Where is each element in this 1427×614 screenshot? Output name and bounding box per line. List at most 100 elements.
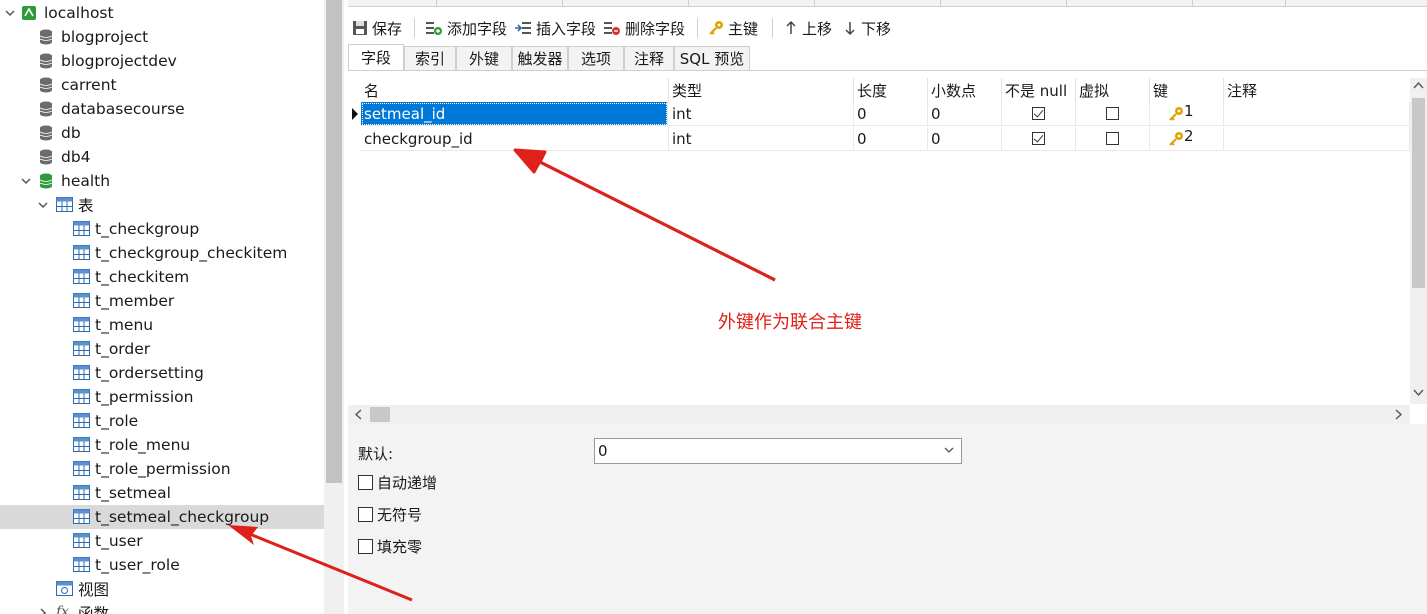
window-tab[interactable] (688, 0, 689, 6)
not-null-checkbox[interactable] (1032, 107, 1045, 120)
delete-field-button[interactable]: 删除字段 (603, 16, 685, 40)
table-label: t_order (95, 340, 151, 358)
column-header-type[interactable]: 类型 (669, 78, 854, 102)
tree-node-table[interactable]: t_checkitem (0, 265, 324, 289)
primary-key-button[interactable]: 主键 (708, 16, 758, 40)
window-tab[interactable] (436, 0, 437, 6)
scroll-up-icon[interactable] (1413, 80, 1424, 94)
scroll-right-icon[interactable] (1393, 409, 1404, 423)
add-field-button[interactable]: 添加字段 (425, 16, 507, 40)
auto-increment-checkbox[interactable] (358, 475, 373, 490)
cell-field-decimals[interactable]: 0 (928, 102, 1002, 126)
tab-foreign-keys[interactable]: 外键 (456, 46, 512, 70)
tree-node-table[interactable]: t_checkgroup (0, 217, 324, 241)
tree-node-database[interactable]: blogproject (0, 25, 324, 49)
cell-field-type[interactable]: int (669, 102, 854, 126)
column-header-length[interactable]: 长度 (854, 78, 928, 102)
scroll-down-icon[interactable] (1413, 387, 1424, 401)
column-header-comment[interactable]: 注释 (1224, 78, 1410, 102)
tree-node-table[interactable]: t_role_permission (0, 457, 324, 481)
tree-node-database[interactable]: db4 (0, 145, 324, 169)
tree-node-database-open[interactable]: health (0, 169, 324, 193)
tree-node-table[interactable]: t_setmeal (0, 481, 324, 505)
window-tab[interactable] (814, 0, 815, 6)
tree-node-database[interactable]: db (0, 121, 324, 145)
table-label: t_menu (95, 316, 154, 334)
tree-node-table[interactable]: t_member (0, 289, 324, 313)
cell-key[interactable]: 1 (1150, 102, 1224, 126)
tab-indexes[interactable]: 索引 (404, 46, 456, 70)
cell-not-null[interactable] (1002, 127, 1076, 151)
window-tab[interactable] (940, 0, 941, 6)
chevron-down-icon[interactable] (20, 175, 32, 187)
grid-horizontal-scrollbar[interactable] (348, 405, 1410, 424)
cell-not-null[interactable] (1002, 102, 1076, 126)
default-value-select[interactable]: 0 (594, 438, 962, 464)
tree-node-table[interactable]: t_menu (0, 313, 324, 337)
unsigned-checkbox[interactable] (358, 507, 373, 522)
tree-node-table[interactable]: t_permission (0, 385, 324, 409)
cell-field-decimals[interactable]: 0 (928, 127, 1002, 151)
cell-field-comment[interactable] (1224, 102, 1410, 126)
window-tab[interactable] (1192, 0, 1193, 6)
cell-field-length[interactable]: 0 (854, 127, 928, 151)
cell-virtual[interactable] (1076, 102, 1150, 126)
chevron-right-icon[interactable] (37, 607, 49, 614)
cell-field-length[interactable]: 0 (854, 102, 928, 126)
tree-node-table[interactable]: t_checkgroup_checkitem (0, 241, 324, 265)
auto-increment-option[interactable]: 自动递增 (358, 472, 437, 493)
not-null-checkbox[interactable] (1032, 132, 1045, 145)
tree-node-table[interactable]: t_ordersetting (0, 361, 324, 385)
virtual-checkbox[interactable] (1106, 132, 1119, 145)
grid-horizontal-scrollbar-thumb[interactable] (370, 407, 390, 422)
table-label: t_setmeal (95, 484, 171, 502)
window-tab[interactable] (1285, 0, 1286, 6)
cell-key[interactable]: 2 (1150, 127, 1224, 151)
chevron-down-icon[interactable] (37, 199, 49, 211)
window-tab[interactable] (1066, 0, 1067, 6)
tab-sql-preview[interactable]: SQL 预览 (674, 46, 750, 70)
column-header-not-null[interactable]: 不是 null (1002, 78, 1076, 102)
window-tab[interactable] (562, 0, 563, 6)
column-header-key[interactable]: 键 (1150, 78, 1224, 102)
grid-vertical-scrollbar-thumb[interactable] (1412, 98, 1425, 288)
column-header-virtual[interactable]: 虚拟 (1076, 78, 1150, 102)
tree-node-views-group[interactable]: 视图 (0, 577, 324, 601)
tree-node-functions-group[interactable]: ƒx 函数 (0, 601, 324, 614)
save-button[interactable]: 保存 (352, 16, 402, 40)
tree-node-database[interactable]: databasecourse (0, 97, 324, 121)
virtual-checkbox[interactable] (1106, 107, 1119, 120)
move-down-button[interactable]: 下移 (843, 16, 891, 40)
tree-node-tables-group[interactable]: 表 (0, 193, 324, 217)
cell-field-comment[interactable] (1224, 127, 1410, 151)
tree-node-table[interactable]: t_role (0, 409, 324, 433)
unsigned-option[interactable]: 无符号 (358, 504, 422, 525)
tree-node-table[interactable]: t_user_role (0, 553, 324, 577)
tree-node-connection[interactable]: localhost (0, 1, 324, 25)
move-up-button[interactable]: 上移 (784, 16, 832, 40)
tree-node-table[interactable]: t_order (0, 337, 324, 361)
column-header-decimals[interactable]: 小数点 (928, 78, 1002, 102)
tree-node-database[interactable]: blogprojectdev (0, 49, 324, 73)
tree-node-table[interactable]: t_user (0, 529, 324, 553)
database-label: blogproject (61, 28, 149, 46)
tab-options[interactable]: 选项 (568, 46, 624, 70)
cell-field-name[interactable]: setmeal_id (361, 102, 668, 126)
tab-triggers[interactable]: 触发器 (512, 46, 568, 70)
tree-node-table[interactable]: t_role_menu (0, 433, 324, 457)
cell-virtual[interactable] (1076, 127, 1150, 151)
tree-node-database[interactable]: carrent (0, 73, 324, 97)
insert-field-button[interactable]: 插入字段 (514, 16, 596, 40)
cell-field-name[interactable]: checkgroup_id (361, 127, 669, 151)
tab-comments[interactable]: 注释 (624, 46, 674, 70)
chevron-down-icon[interactable] (4, 7, 16, 19)
cell-field-type[interactable]: int (669, 127, 854, 151)
sidebar-scrollbar-thumb[interactable] (326, 0, 342, 483)
zerofill-option[interactable]: 填充零 (358, 536, 422, 557)
tab-fields[interactable]: 字段 (348, 44, 404, 70)
tree-node-table[interactable]: t_setmeal_checkgroup (0, 505, 324, 529)
zerofill-checkbox[interactable] (358, 539, 373, 554)
scroll-left-icon[interactable] (353, 409, 364, 423)
table-label: t_user (95, 532, 143, 550)
column-header-name[interactable]: 名 (361, 78, 669, 102)
